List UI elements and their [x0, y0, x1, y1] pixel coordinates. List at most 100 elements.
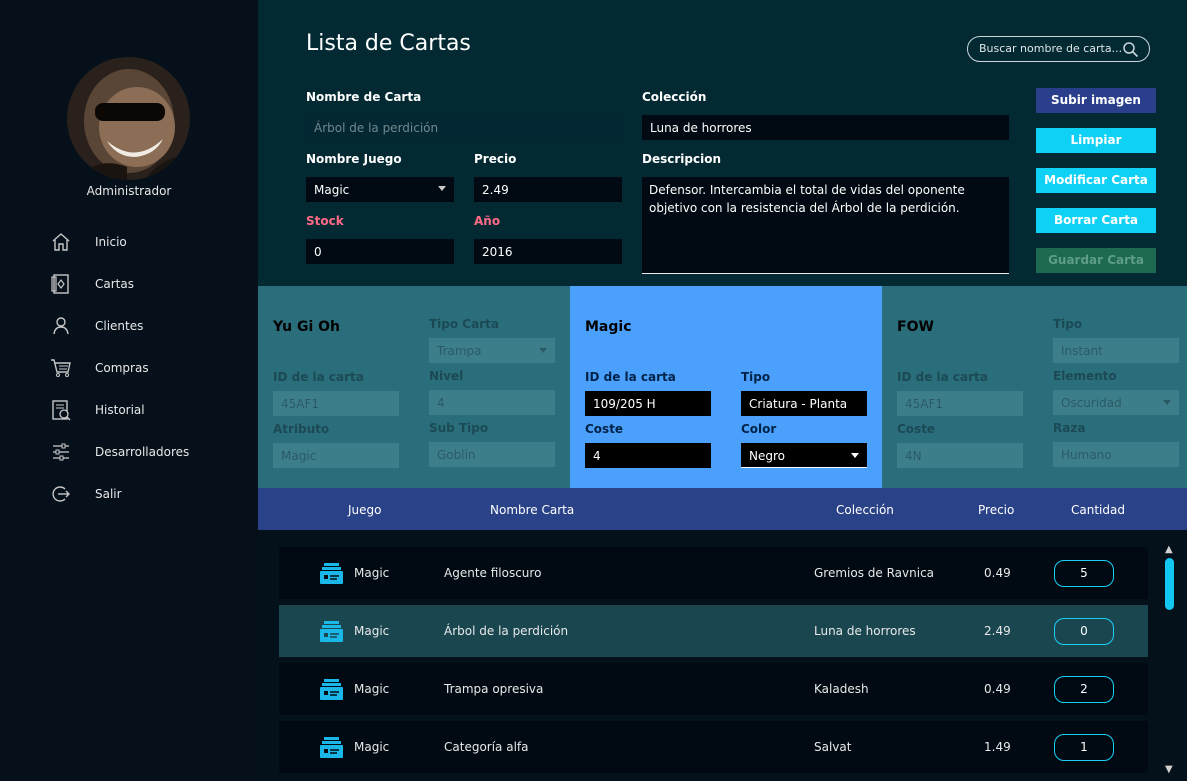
- color-value: Negro: [749, 449, 785, 463]
- clear-button[interactable]: Limpiar: [1036, 128, 1156, 153]
- level-label: Nivel: [429, 369, 464, 383]
- card-game-icon: [319, 677, 344, 702]
- history-icon: [50, 399, 72, 421]
- cost-label: Coste: [585, 422, 624, 436]
- year-field[interactable]: 2016: [474, 239, 622, 264]
- sidebar-item-historial[interactable]: Historial: [0, 389, 258, 431]
- price-field[interactable]: 2.49: [474, 177, 622, 202]
- price-label: Precio: [474, 152, 517, 166]
- sidebar-item-label: Inicio: [95, 235, 127, 249]
- card-game-icon: [319, 735, 344, 760]
- card-name-field[interactable]: Árbol de la perdición: [306, 115, 624, 140]
- sub-type-field[interactable]: Goblin: [429, 442, 555, 467]
- row-price: 0.49: [984, 566, 1011, 580]
- admin-name: Administrador: [86, 184, 172, 198]
- sidebar-item-label: Clientes: [95, 319, 144, 333]
- element-label: Elemento: [1053, 369, 1117, 383]
- panel-magic[interactable]: Magic ID de la carta 109/205 H Tipo Cria…: [570, 286, 882, 488]
- row-collection: Luna de horrores: [814, 624, 916, 638]
- type-field[interactable]: Instant: [1053, 338, 1179, 363]
- chevron-down-icon: [851, 453, 859, 458]
- column-header-collection[interactable]: Colección: [836, 503, 894, 517]
- card-id-label: ID de la carta: [585, 370, 676, 384]
- panel-yugioh[interactable]: Yu Gi Oh Tipo Carta Trampa ID de la cart…: [258, 286, 570, 488]
- column-header-name[interactable]: Nombre Carta: [490, 503, 574, 517]
- panel-fow[interactable]: FOW Tipo Instant ID de la carta 45AF1 El…: [882, 286, 1187, 488]
- description-label: Descripcion: [642, 152, 721, 166]
- row-price: 2.49: [984, 624, 1011, 638]
- row-card-name: Árbol de la perdición: [444, 624, 569, 638]
- table-row[interactable]: Magic Agente filoscuro Gremios de Ravnic…: [279, 547, 1148, 599]
- card-id-field[interactable]: 109/205 H: [585, 391, 711, 416]
- table-row[interactable]: Magic Árbol de la perdición Luna de horr…: [279, 605, 1148, 657]
- row-game: Magic: [354, 624, 390, 638]
- card-id-label: ID de la carta: [273, 370, 364, 384]
- card-name-label: Nombre de Carta: [306, 90, 422, 104]
- level-field[interactable]: 4: [429, 390, 555, 415]
- race-field[interactable]: Humano: [1053, 442, 1179, 467]
- sidebar-item-compras[interactable]: Compras: [0, 347, 258, 389]
- card-table: Magic Agente filoscuro Gremios de Ravnic…: [258, 530, 1187, 781]
- table-row[interactable]: Magic Categoría alfa Salvat 1.49 1: [279, 721, 1148, 773]
- column-header-game[interactable]: Juego: [348, 503, 382, 517]
- row-card-name: Agente filoscuro: [444, 566, 542, 580]
- sidebar-item-clientes[interactable]: Clientes: [0, 305, 258, 347]
- collection-field[interactable]: Luna de horrores: [642, 115, 1009, 140]
- game-name-select[interactable]: Magic: [306, 177, 454, 202]
- row-quantity[interactable]: 0: [1054, 618, 1114, 645]
- panel-title: Yu Gi Oh: [273, 319, 340, 335]
- search-placeholder: Buscar nombre de carta...: [979, 42, 1123, 55]
- stock-field[interactable]: 0: [306, 239, 454, 264]
- save-card-button[interactable]: Guardar Carta: [1036, 248, 1156, 273]
- sidebar-nav: Inicio Cartas Clientes Compras Historial: [0, 221, 258, 515]
- year-label: Año: [474, 214, 501, 228]
- cards-icon: [50, 273, 72, 295]
- card-type-select[interactable]: Trampa: [429, 338, 555, 363]
- sidebar-item-inicio[interactable]: Inicio: [0, 221, 258, 263]
- column-header-price[interactable]: Precio: [978, 503, 1014, 517]
- search-input[interactable]: Buscar nombre de carta...: [967, 36, 1150, 62]
- card-id-field[interactable]: 45AF1: [273, 391, 399, 416]
- element-value: Oscuridad: [1061, 396, 1122, 410]
- row-quantity[interactable]: 1: [1054, 734, 1114, 761]
- cost-label: Coste: [897, 422, 936, 436]
- column-header-quantity[interactable]: Cantidad: [1071, 503, 1125, 517]
- row-price: 0.49: [984, 682, 1011, 696]
- scroll-down-icon[interactable]: ▼: [1165, 764, 1173, 775]
- description-textarea[interactable]: Defensor. Intercambia el total de vidas …: [642, 177, 1009, 274]
- color-select[interactable]: Negro: [741, 443, 867, 468]
- sidebar-item-label: Salir: [95, 487, 122, 501]
- scrollbar-thumb[interactable]: [1165, 558, 1174, 610]
- row-quantity[interactable]: 5: [1054, 560, 1114, 587]
- sidebar-item-salir[interactable]: Salir: [0, 473, 258, 515]
- table-scrollbar[interactable]: ▲ ▼: [1162, 544, 1176, 776]
- sidebar-item-cartas[interactable]: Cartas: [0, 263, 258, 305]
- card-game-icon: [319, 619, 344, 644]
- sidebar-item-desarrolladores[interactable]: Desarrolladores: [0, 431, 258, 473]
- cost-field[interactable]: 4: [585, 443, 711, 468]
- attribute-field[interactable]: Magic: [273, 443, 399, 468]
- row-card-name: Trampa opresiva: [444, 682, 544, 696]
- sidebar-item-label: Compras: [95, 361, 149, 375]
- table-row[interactable]: Magic Trampa opresiva Kaladesh 0.49 2: [279, 663, 1148, 715]
- row-quantity[interactable]: 2: [1054, 676, 1114, 703]
- card-id-field[interactable]: 45AF1: [897, 391, 1023, 416]
- color-label: Color: [741, 422, 777, 436]
- row-game: Magic: [354, 566, 390, 580]
- row-price: 1.49: [984, 740, 1011, 754]
- avatar-photo: [67, 57, 190, 180]
- modify-card-button[interactable]: Modificar Carta: [1036, 168, 1156, 193]
- upload-image-button[interactable]: Subir imagen: [1036, 88, 1156, 113]
- game-name-label: Nombre Juego: [306, 152, 402, 166]
- sidebar-item-label: Historial: [95, 403, 145, 417]
- search-icon[interactable]: [1122, 41, 1139, 58]
- sidebar-item-label: Cartas: [95, 277, 134, 291]
- cost-field[interactable]: 4N: [897, 443, 1023, 468]
- row-game: Magic: [354, 740, 390, 754]
- element-select[interactable]: Oscuridad: [1053, 390, 1179, 415]
- user-icon: [50, 315, 72, 337]
- card-type-value: Trampa: [437, 344, 482, 358]
- delete-card-button[interactable]: Borrar Carta: [1036, 208, 1156, 233]
- type-field[interactable]: Criatura - Planta: [741, 391, 867, 416]
- scroll-up-icon[interactable]: ▲: [1165, 544, 1173, 555]
